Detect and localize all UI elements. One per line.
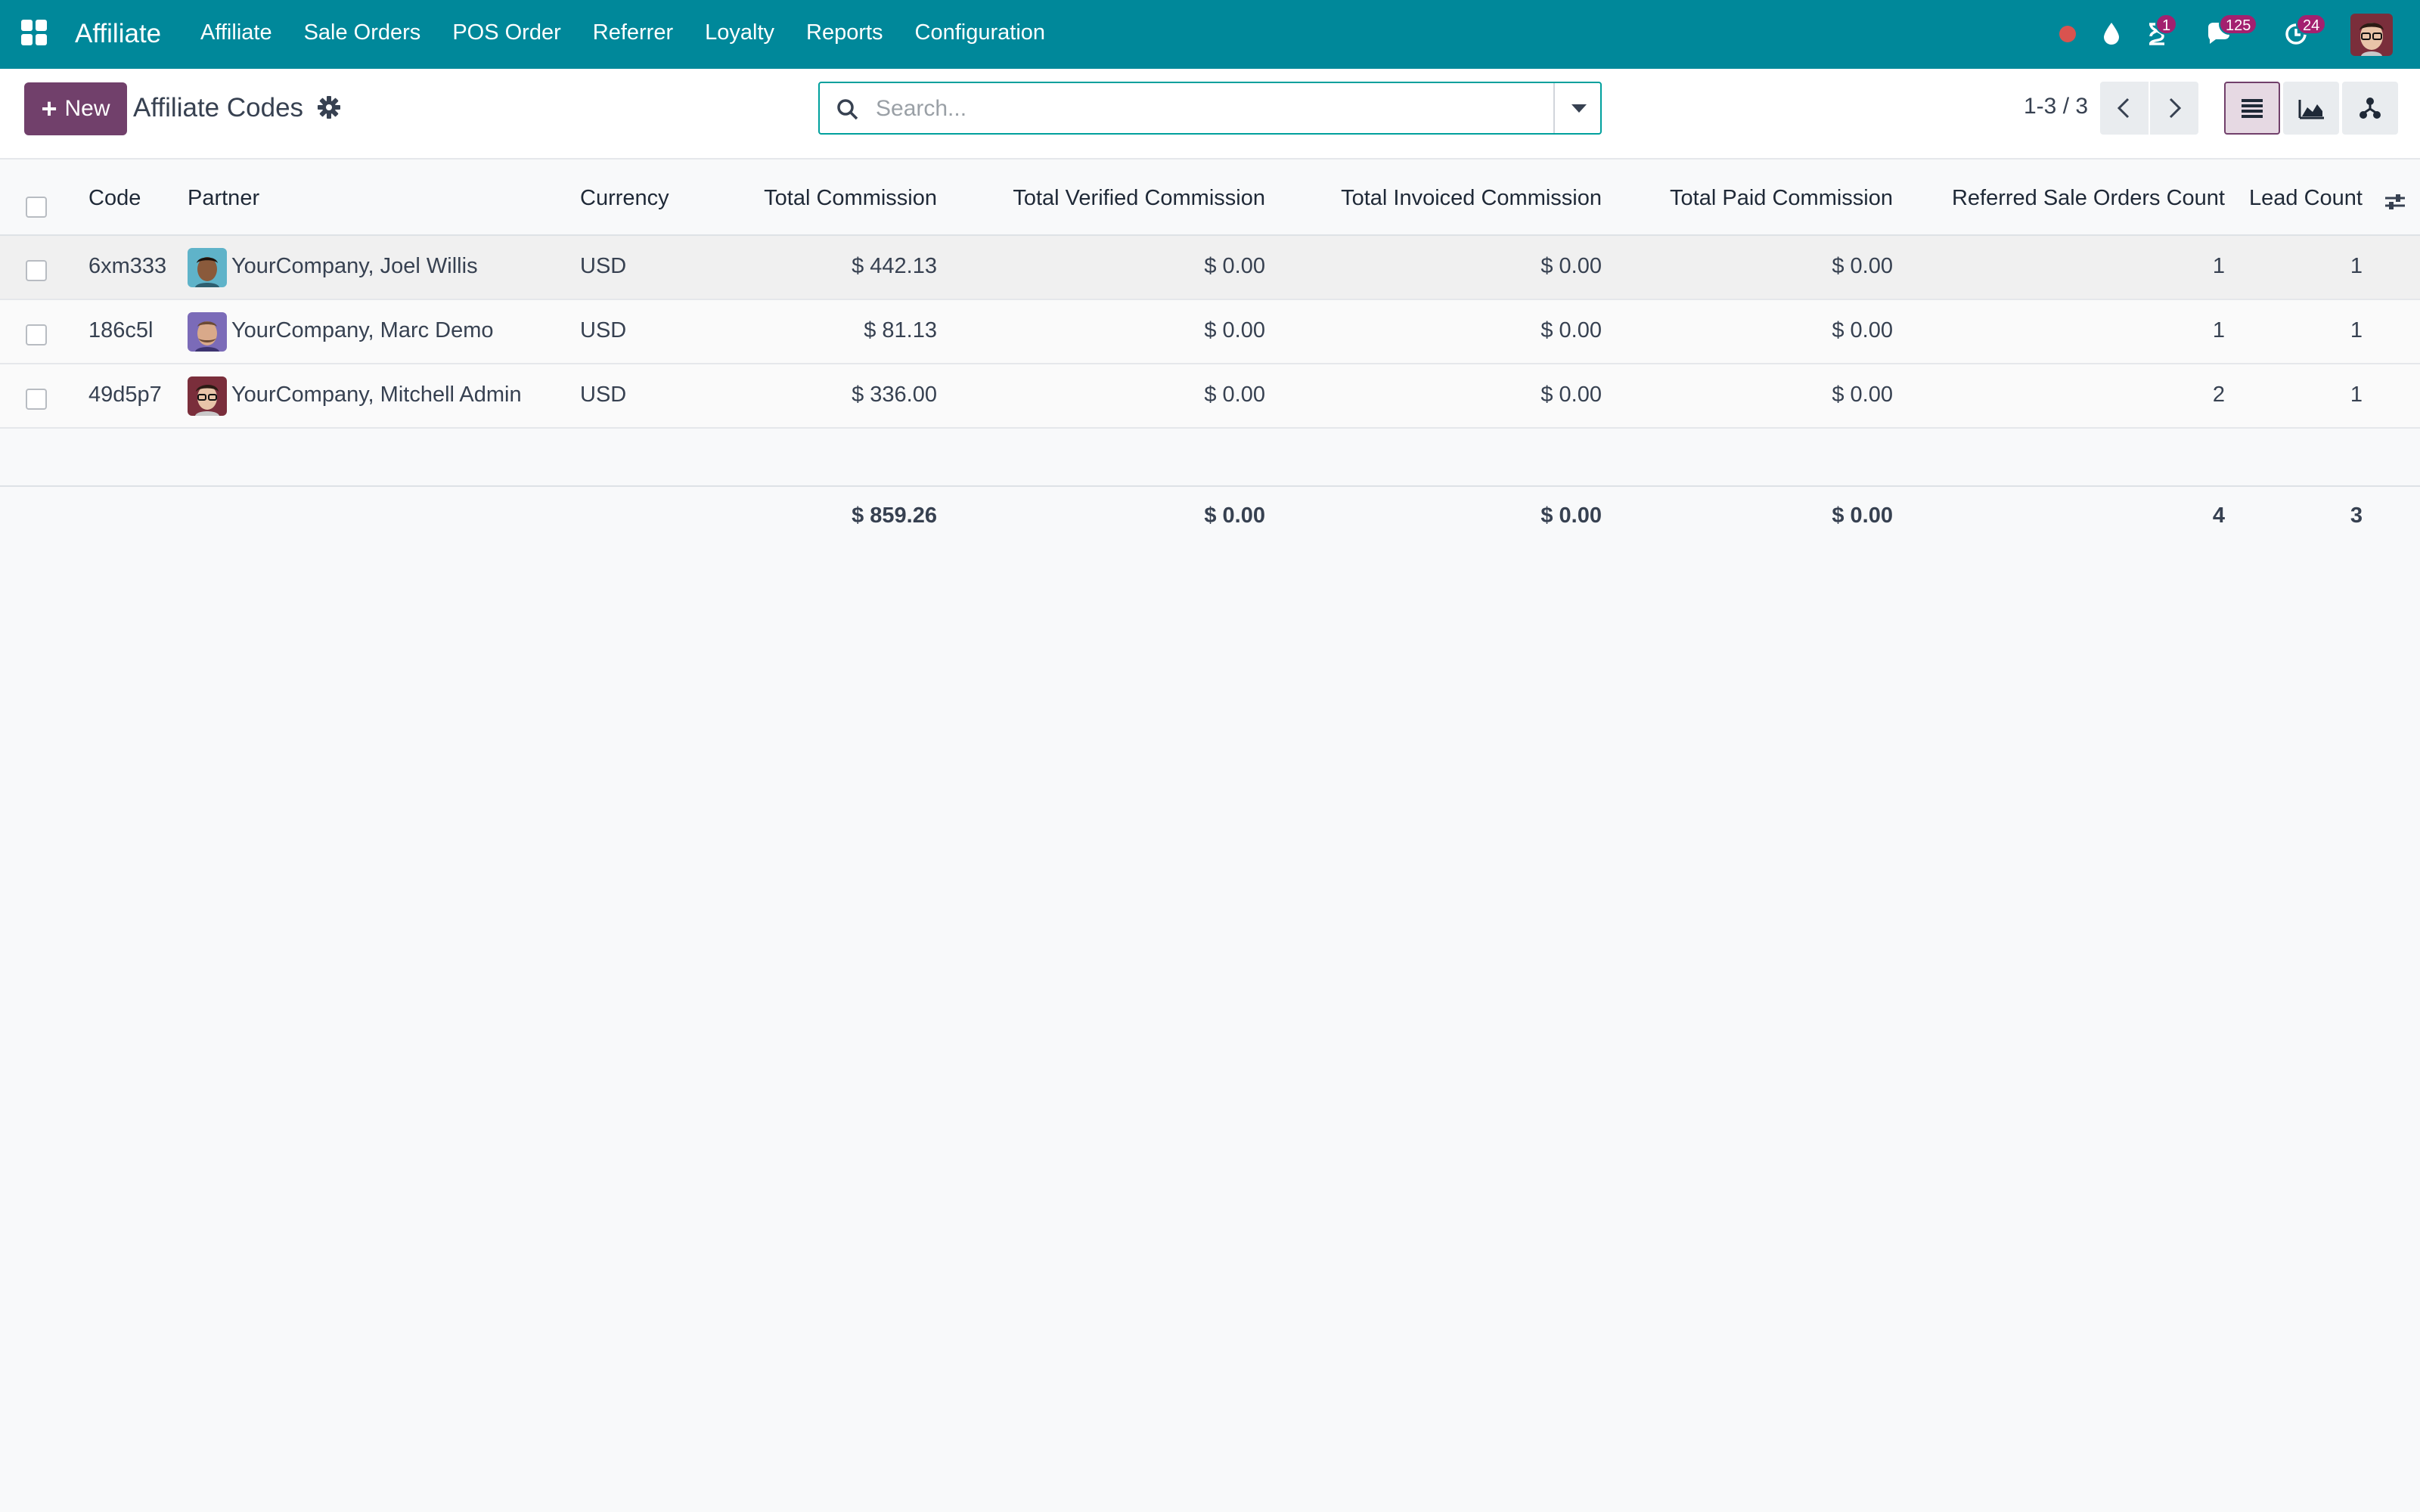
invoiced-commission-cell: $ 0.00 <box>1540 383 1602 407</box>
partner-avatar <box>188 312 227 352</box>
total-commission-cell: $ 81.13 <box>864 318 937 342</box>
new-button[interactable]: + New <box>24 82 127 135</box>
plus-icon: + <box>41 93 57 124</box>
activity-badge: 1 <box>2155 14 2178 35</box>
gear-icon[interactable] <box>316 94 342 120</box>
new-button-label: New <box>64 96 110 121</box>
table-row[interactable]: 6xm333 YourCompany, Joel Willis USD $ 44… <box>0 236 2420 300</box>
pager-value[interactable]: 1-3 / 3 <box>2024 94 2088 119</box>
code-cell: 186c5l <box>88 318 154 342</box>
search-bar <box>818 82 1602 135</box>
row-checkbox[interactable] <box>26 324 47 345</box>
apps-grid-icon[interactable] <box>21 20 48 47</box>
lead-count-cell: 1 <box>2350 318 2363 342</box>
row-checkbox[interactable] <box>26 389 47 410</box>
menu-referrer[interactable]: Referrer <box>593 20 673 45</box>
lead-count-sum: 3 <box>2350 503 2363 528</box>
optional-columns-sliders-icon[interactable] <box>2382 189 2408 215</box>
partner-cell: YourCompany, Mitchell Admin <box>231 383 522 407</box>
verified-commission-cell: $ 0.00 <box>1204 318 1265 342</box>
lead-count-cell: 1 <box>2350 254 2363 278</box>
orders-count-cell: 1 <box>2212 318 2225 342</box>
lead-count-cell: 1 <box>2350 383 2363 407</box>
search-options-dropdown-icon[interactable] <box>1553 83 1600 133</box>
verified-commission-cell: $ 0.00 <box>1204 254 1265 278</box>
menu-loyalty[interactable]: Loyalty <box>705 20 774 45</box>
table-row[interactable]: 49d5p7 YourCompany, Mitchell Admin USD $… <box>0 364 2420 429</box>
column-header-total-invoiced-commission[interactable]: Total Invoiced Commission <box>1341 186 1602 211</box>
hierarchy-view-icon[interactable] <box>2342 82 2398 135</box>
orders-count-cell: 1 <box>2212 254 2225 278</box>
app-brand[interactable]: Affiliate <box>75 19 161 49</box>
invoiced-commission-cell: $ 0.00 <box>1540 318 1602 342</box>
orders-count-sum: 4 <box>2212 503 2225 528</box>
control-panel: + New Affiliate Codes 1-3 / 3 <box>0 69 2420 160</box>
paid-commission-cell: $ 0.00 <box>1832 318 1893 342</box>
column-header-total-verified-commission[interactable]: Total Verified Commission <box>1013 186 1265 211</box>
column-header-total-paid-commission[interactable]: Total Paid Commission <box>1670 186 1893 211</box>
list-view-icon[interactable] <box>2224 82 2280 135</box>
user-avatar[interactable] <box>2350 14 2393 56</box>
column-header-code[interactable]: Code <box>88 186 141 211</box>
search-icon <box>835 97 861 122</box>
table-totals-row: $ 859.26 $ 0.00 $ 0.00 $ 0.00 4 3 <box>0 485 2420 546</box>
column-header-total-commission[interactable]: Total Commission <box>764 186 937 211</box>
total-commission-cell: $ 336.00 <box>852 383 937 407</box>
messages-badge: 125 <box>2219 14 2258 35</box>
column-header-referred-sale-orders-count[interactable]: Referred Sale Orders Count <box>1952 186 2225 211</box>
partner-avatar <box>188 248 227 287</box>
updates-badge: 24 <box>2296 14 2327 35</box>
paid-commission-sum: $ 0.00 <box>1832 503 1893 528</box>
menu-affiliate[interactable]: Affiliate <box>200 20 272 45</box>
recording-dot-icon[interactable] <box>2051 17 2084 50</box>
total-commission-sum: $ 859.26 <box>852 503 937 528</box>
graph-view-icon[interactable] <box>2283 82 2339 135</box>
select-all-checkbox[interactable] <box>26 197 47 218</box>
verified-commission-sum: $ 0.00 <box>1204 503 1265 528</box>
partner-cell: YourCompany, Joel Willis <box>231 254 478 278</box>
table-header: Code Partner Currency Total Commission T… <box>0 160 2420 236</box>
menu-reports[interactable]: Reports <box>806 20 883 45</box>
messages-chat-icon[interactable]: 125 <box>2202 14 2258 50</box>
partner-cell: YourCompany, Marc Demo <box>231 318 494 342</box>
page-title: Affiliate Codes <box>133 93 304 122</box>
droplet-icon[interactable] <box>2095 17 2128 50</box>
table-row[interactable]: 186c5l YourCompany, Marc Demo USD $ 81.1… <box>0 300 2420 364</box>
pager-next-icon[interactable] <box>2150 82 2198 135</box>
main-menu: Affiliate Sale Orders POS Order Referrer… <box>200 20 1077 45</box>
column-header-lead-count[interactable]: Lead Count <box>2249 186 2363 211</box>
partner-avatar <box>188 376 227 416</box>
menu-sale-orders[interactable]: Sale Orders <box>304 20 421 45</box>
invoiced-commission-sum: $ 0.00 <box>1540 503 1602 528</box>
code-cell: 6xm333 <box>88 254 167 278</box>
updates-clock-icon[interactable]: 24 <box>2279 14 2327 50</box>
row-checkbox[interactable] <box>26 260 47 281</box>
menu-configuration[interactable]: Configuration <box>915 20 1046 45</box>
currency-cell: USD <box>580 254 627 278</box>
currency-cell: USD <box>580 383 627 407</box>
orders-count-cell: 2 <box>2212 383 2225 407</box>
column-header-currency[interactable]: Currency <box>580 186 669 211</box>
search-input[interactable] <box>876 92 1556 125</box>
currency-cell: USD <box>580 318 627 342</box>
paid-commission-cell: $ 0.00 <box>1832 383 1893 407</box>
verified-commission-cell: $ 0.00 <box>1204 383 1265 407</box>
activity-hourglass-icon[interactable]: 1 <box>2140 14 2178 50</box>
pager-previous-icon[interactable] <box>2100 82 2149 135</box>
top-navbar: Affiliate Affiliate Sale Orders POS Orde… <box>0 0 2420 69</box>
menu-pos-order[interactable]: POS Order <box>452 20 560 45</box>
code-cell: 49d5p7 <box>88 383 162 407</box>
invoiced-commission-cell: $ 0.00 <box>1540 254 1602 278</box>
paid-commission-cell: $ 0.00 <box>1832 254 1893 278</box>
total-commission-cell: $ 442.13 <box>852 254 937 278</box>
column-header-partner[interactable]: Partner <box>188 186 259 211</box>
